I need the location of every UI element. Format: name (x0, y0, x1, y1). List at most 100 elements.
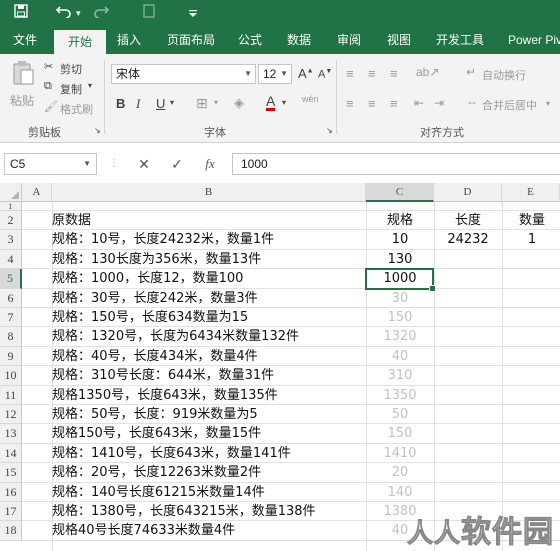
cell-b[interactable]: 规格：1000，长度12，数量100 (52, 269, 243, 288)
cell-b[interactable]: 规格：30号，长度242米，数量3件 (52, 289, 258, 308)
cell-d[interactable] (434, 463, 502, 482)
cell-b[interactable]: 规格：140号长度61215米数量14件 (52, 483, 265, 502)
paste-button[interactable]: 粘贴 (10, 92, 34, 109)
cell-e[interactable] (502, 269, 560, 288)
row-header[interactable]: 16 (0, 482, 22, 502)
cell-b[interactable]: 规格1350号，长度643米，数量135件 (52, 386, 278, 405)
orientation-icon[interactable]: ab↗ (416, 65, 439, 79)
row-header[interactable]: 15 (0, 463, 22, 483)
cell-d[interactable] (434, 444, 502, 463)
cell-e[interactable]: 1 (502, 230, 560, 249)
name-box[interactable]: C5 ▼ (4, 153, 97, 175)
undo-dropdown-icon[interactable]: ▾ (76, 4, 81, 22)
phonetic-guide-button[interactable]: wén (302, 94, 319, 104)
cut-button[interactable]: 剪切 (60, 61, 82, 77)
column-header-a[interactable]: A (22, 183, 52, 202)
row-header[interactable]: 3 (0, 230, 22, 250)
cancel-icon[interactable]: ✕ (134, 153, 154, 175)
font-launcher-icon[interactable]: ↘ (326, 126, 333, 135)
cell-b[interactable]: 规格150号，长度643米，数量15件 (52, 424, 261, 443)
row-header[interactable]: 17 (0, 502, 22, 522)
copy-icon[interactable]: ⧉ (44, 80, 52, 93)
cell-c[interactable]: 150 (366, 308, 434, 327)
cell-d[interactable] (434, 405, 502, 424)
increase-indent-icon[interactable]: ⇥ (434, 96, 444, 110)
underline-button[interactable]: U (156, 96, 165, 111)
cell-b[interactable]: 规格：1410号，长度643米，数量141件 (52, 444, 291, 463)
cell-c[interactable]: 310 (366, 366, 434, 385)
font-color-button[interactable]: A (266, 94, 276, 111)
cell-c[interactable]: 规格 (366, 211, 434, 230)
align-top-icon[interactable]: ≡ (346, 66, 354, 81)
cell-e[interactable] (502, 250, 560, 269)
bold-button[interactable]: B (116, 96, 125, 111)
cell-d[interactable] (434, 250, 502, 269)
cell-c[interactable]: 1410 (366, 444, 434, 463)
cell-c[interactable]: 150 (366, 424, 434, 443)
row-header[interactable]: 10 (0, 366, 22, 386)
row-header[interactable]: 8 (0, 327, 22, 347)
row-header[interactable]: 11 (0, 385, 22, 405)
cell-d[interactable]: 24232 (434, 230, 502, 249)
cell-d[interactable] (434, 308, 502, 327)
cell-b[interactable]: 规格：130长度为356米，数量13件 (52, 250, 261, 269)
copy-dropdown-icon[interactable]: ▾ (88, 81, 92, 90)
tab-view[interactable]: 视图 (378, 27, 420, 54)
column-header-e[interactable]: E (502, 183, 560, 202)
row-header[interactable]: 18 (0, 521, 22, 541)
tab-home[interactable]: 开始 (54, 30, 106, 54)
customize-qat-icon[interactable] (188, 4, 198, 22)
align-middle-icon[interactable]: ≡ (368, 66, 376, 81)
row-header[interactable]: 2 (0, 211, 22, 231)
row-header[interactable]: 12 (0, 405, 22, 425)
font-color-dropdown-icon[interactable]: ▾ (282, 98, 286, 107)
cell-d[interactable] (434, 289, 502, 308)
tab-power-pivot[interactable]: Power Piv (500, 27, 560, 54)
cell-e[interactable] (502, 463, 560, 482)
formula-input[interactable]: 1000 (232, 153, 560, 175)
column-header-c[interactable]: C (366, 183, 434, 202)
cell-d[interactable] (434, 424, 502, 443)
cell-d[interactable] (434, 386, 502, 405)
tab-developer[interactable]: 开发工具 (428, 27, 492, 54)
merge-dropdown-icon[interactable]: ▾ (546, 99, 550, 108)
italic-button[interactable]: I (136, 96, 140, 112)
copy-button[interactable]: 复制 (60, 81, 82, 97)
align-bottom-icon[interactable]: ≡ (390, 66, 398, 81)
cell-b[interactable]: 规格40号长度74633米数量4件 (52, 521, 235, 540)
cell-e[interactable] (502, 424, 560, 443)
cell-e[interactable] (502, 347, 560, 366)
save-icon[interactable] (14, 4, 28, 22)
redo-icon[interactable] (93, 4, 110, 22)
cell-b[interactable]: 规格：1320号，长度为6434米数量132件 (52, 327, 299, 346)
row-header[interactable]: 13 (0, 424, 22, 444)
cell-e[interactable] (502, 327, 560, 346)
cell-c[interactable]: 1350 (366, 386, 434, 405)
cell-c[interactable]: 10 (366, 230, 434, 249)
cell-e[interactable]: 数量 (502, 211, 560, 230)
insert-function-button[interactable]: fx (200, 153, 220, 175)
select-all-corner[interactable] (0, 183, 22, 202)
row-header[interactable]: 9 (0, 346, 22, 367)
cell-c[interactable]: 50 (366, 405, 434, 424)
check-icon[interactable]: ✓ (167, 153, 187, 175)
wrap-text-button[interactable]: 自动换行 (482, 67, 526, 83)
cell-d[interactable] (434, 269, 502, 288)
column-header-b[interactable]: B (52, 183, 366, 202)
format-painter-button[interactable]: 格式刷 (60, 101, 93, 117)
cell-e[interactable] (502, 289, 560, 308)
column-header-d[interactable]: D (434, 183, 502, 202)
cell-e[interactable] (502, 308, 560, 327)
cell-e[interactable] (502, 405, 560, 424)
tab-file[interactable]: 文件 (0, 27, 50, 54)
tab-review[interactable]: 审阅 (328, 27, 370, 54)
decrease-font-icon[interactable]: A▼ (318, 68, 332, 81)
increase-font-icon[interactable]: A▲ (298, 66, 314, 81)
font-name-select[interactable]: 宋体 ▼ (111, 64, 256, 84)
tab-data[interactable]: 数据 (278, 27, 320, 54)
borders-icon[interactable]: ⊞ (196, 95, 208, 112)
cell-e[interactable] (502, 386, 560, 405)
align-left-icon[interactable]: ≡ (346, 96, 354, 111)
fill-color-icon[interactable]: ◈ (234, 95, 244, 111)
cut-icon[interactable]: ✂ (44, 60, 53, 73)
